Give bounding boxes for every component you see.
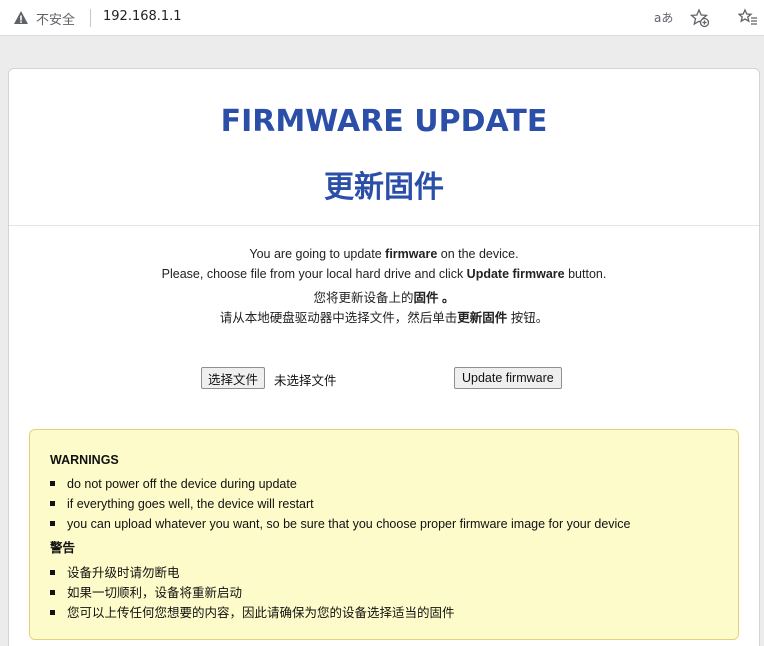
favorites-icon[interactable] [738,8,758,28]
bullet-icon [50,570,55,576]
read-aloud-button[interactable]: aあ [654,9,673,26]
warning-item: 您可以上传任何您想要的内容，因此请确保为您的设备选择适当的固件 [50,602,455,621]
browser-address-bar: 不安全 192.168.1.1 aあ [0,0,764,36]
warning-item-text: 设备升级时请勿断电 [67,566,180,580]
add-favorite-icon[interactable] [690,8,710,28]
warning-item-text: do not power off the device during updat… [67,477,297,491]
intro-text: You are going to update [249,247,386,261]
warning-icon[interactable] [13,10,29,26]
warning-item: 如果一切顺利，设备将重新启动 [50,582,242,601]
warning-item-text: if everything goes well, the device will… [67,497,314,511]
intro-line-4: 请从本地硬盘驱动器中选择文件，然后单击更新固件 按钮。 [9,307,759,326]
intro-bold-text: Update firmware [466,267,565,281]
warning-item-text: 您可以上传任何您想要的内容，因此请确保为您的设备选择适当的固件 [67,606,455,620]
security-status-label[interactable]: 不安全 [36,9,75,28]
choose-file-button[interactable]: 选择文件 [201,367,266,389]
intro-line-2: Please, choose file from your local hard… [9,267,759,281]
address-bar-separator [90,9,91,27]
intro-text: on the device. [437,247,519,261]
warning-item-text: you can upload whatever you want, so be … [67,517,631,531]
intro-bold-text: 固件 。 [413,291,455,305]
bullet-icon [50,481,55,487]
bullet-icon [50,610,55,616]
page-title-en: FIRMWARE UPDATE [220,104,548,139]
intro-bold-text: firmware [385,247,438,261]
intro-line-1: You are going to update firmware on the … [9,247,759,261]
intro-bold-text: 更新固件 [457,311,508,325]
warning-item: 设备升级时请勿断电 [50,562,180,581]
intro-text: Please, choose file from your local hard… [161,267,467,281]
warnings-heading-en: WARNINGS [50,453,119,467]
warning-item: do not power off the device during updat… [50,477,297,491]
warnings-box: WARNINGS do not power off the device dur… [29,429,739,640]
title-divider [9,225,759,226]
intro-text: 您将更新设备上的 [313,291,414,305]
url-field[interactable]: 192.168.1.1 [103,9,182,24]
firmware-update-card: FIRMWARE UPDATE 更新固件 You are going to up… [8,68,760,646]
update-firmware-button[interactable]: Update firmware [454,367,562,389]
bullet-icon [50,521,55,527]
page-title-zh: 更新固件 [324,170,444,205]
file-status-label: 未选择文件 [274,374,337,388]
intro-line-3: 您将更新设备上的固件 。 [9,287,759,306]
warning-item-text: 如果一切顺利，设备将重新启动 [67,586,243,600]
warning-item: if everything goes well, the device will… [50,497,314,511]
bullet-icon [50,501,55,507]
intro-text: 请从本地硬盘驱动器中选择文件，然后单击 [219,311,458,325]
intro-text: 按钮。 [507,311,549,325]
bullet-icon [50,590,55,596]
warnings-heading-zh: 警告 [50,541,76,555]
intro-text: button. [564,267,607,281]
warning-item: you can upload whatever you want, so be … [50,517,631,531]
